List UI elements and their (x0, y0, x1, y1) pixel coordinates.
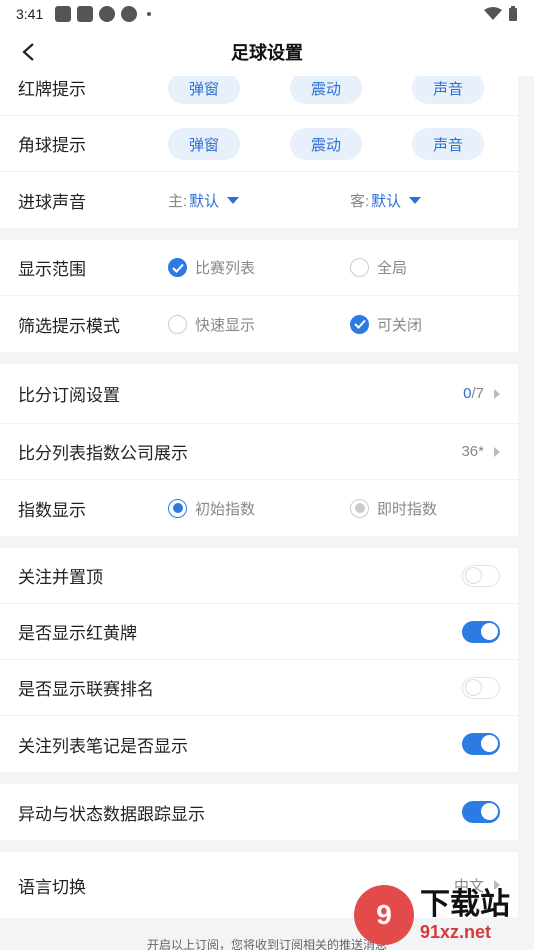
show-notes-label: 关注列表笔记是否显示 (18, 736, 188, 756)
filter-closable-label: 可关闭 (377, 316, 423, 334)
follow-pin-label: 关注并置顶 (18, 568, 103, 587)
corner-popup-button[interactable]: 弹窗 (168, 128, 240, 160)
notification-icon (55, 6, 72, 22)
checked-icon (168, 258, 187, 277)
nav-bar: 足球设置 (0, 28, 534, 76)
subscribe-total: /7 (471, 385, 484, 402)
score-subscribe-row[interactable]: 比分订阅设置 0 /7 (0, 364, 518, 424)
chevron-left-icon (22, 43, 34, 61)
follow-pin-row: 关注并置顶 (0, 548, 518, 604)
tracking-label: 异动与状态数据跟踪显示 (18, 804, 205, 824)
red-card-popup-button[interactable]: 弹窗 (168, 72, 240, 104)
unchecked-icon (350, 258, 369, 277)
show-ranking-row: 是否显示联赛排名 (0, 660, 518, 716)
filter-mode-label: 筛选提示模式 (18, 316, 120, 336)
home-sound-select[interactable]: 主: 默认 (168, 190, 240, 211)
index-display-label: 指数显示 (18, 500, 86, 520)
filter-closable-option[interactable]: 可关闭 (350, 314, 422, 335)
battery-icon (509, 6, 517, 21)
watermark-name: 下载站 (420, 887, 510, 921)
more-notifications-icon (147, 12, 152, 16)
show-cards-label: 是否显示红黄牌 (18, 624, 137, 643)
display-range-row: 显示范围 比赛列表 全局 (0, 240, 518, 296)
show-notes-toggle[interactable] (462, 733, 500, 755)
sync-icon-2 (121, 6, 138, 22)
unchecked-icon (168, 314, 187, 334)
away-prefix: 客: (350, 192, 370, 210)
subscribe-count: 0 (463, 385, 472, 402)
checked-icon (350, 314, 369, 334)
show-ranking-label: 是否显示联赛排名 (18, 680, 154, 699)
corner-row: 角球提示 弹窗 震动 声音 (0, 116, 518, 172)
red-card-vibrate-button[interactable]: 震动 (290, 72, 362, 104)
show-notes-row: 关注列表笔记是否显示 (0, 716, 518, 772)
live-index-option[interactable]: 即时指数 (350, 498, 437, 519)
initial-index-option[interactable]: 初始指数 (168, 498, 255, 519)
display-section: 显示范围 比赛列表 全局 筛选提示模式 快速显示 可关闭 (0, 240, 518, 352)
status-time: 3:41 (16, 6, 44, 22)
live-index-label: 即时指数 (377, 500, 438, 518)
chevron-right-icon (494, 446, 500, 457)
language-label: 语言切换 (18, 877, 86, 897)
wifi-icon (484, 7, 502, 20)
page-title: 足球设置 (231, 43, 303, 63)
index-company-row[interactable]: 比分列表指数公司展示 36* (0, 424, 518, 480)
index-company-value: 36* (461, 443, 500, 460)
watermark-logo-icon: 9 (354, 885, 414, 945)
radio-disabled-icon (350, 498, 369, 518)
show-cards-toggle[interactable] (462, 620, 500, 643)
initial-index-label: 初始指数 (195, 500, 256, 518)
caret-down-icon (409, 196, 422, 204)
show-ranking-toggle[interactable] (462, 676, 500, 699)
score-section: 比分订阅设置 0 /7 比分列表指数公司展示 36* 指数显示 初始指数 即时指… (0, 364, 518, 536)
range-global-option[interactable]: 全局 (350, 257, 407, 278)
home-prefix: 主: (168, 192, 188, 210)
away-sound-value: 默认 (371, 192, 402, 210)
follow-pin-toggle[interactable] (462, 564, 500, 587)
filter-quick-label: 快速显示 (195, 316, 256, 334)
back-button[interactable] (14, 38, 42, 66)
filter-mode-row: 筛选提示模式 快速显示 可关闭 (0, 296, 518, 352)
display-range-label: 显示范围 (18, 260, 86, 279)
alerts-section: 红牌提示 弹窗 震动 声音 角球提示 弹窗 震动 声音 进球声音 主: 默认 客… (0, 60, 518, 228)
away-sound-select[interactable]: 客: 默认 (350, 190, 422, 211)
tracking-row: 异动与状态数据跟踪显示 (0, 784, 518, 840)
goal-sound-label: 进球声音 (18, 192, 86, 212)
range-match-list-label: 比赛列表 (195, 260, 256, 277)
corner-label: 角球提示 (18, 136, 86, 155)
tracking-section: 异动与状态数据跟踪显示 (0, 784, 518, 840)
index-company-label: 比分列表指数公司展示 (18, 444, 188, 463)
score-subscribe-label: 比分订阅设置 (18, 386, 120, 405)
sync-icon (99, 6, 116, 22)
corner-sound-button[interactable]: 声音 (412, 128, 484, 160)
index-display-row: 指数显示 初始指数 即时指数 (0, 480, 518, 536)
toggles-section: 关注并置顶 是否显示红黄牌 是否显示联赛排名 关注列表笔记是否显示 (0, 548, 518, 772)
red-card-label: 红牌提示 (18, 80, 86, 99)
corner-vibrate-button[interactable]: 震动 (290, 128, 362, 160)
range-global-label: 全局 (377, 260, 408, 277)
goal-sound-row: 进球声音 主: 默认 客: 默认 (0, 172, 518, 228)
range-match-list-option[interactable]: 比赛列表 (168, 257, 255, 278)
filter-quick-option[interactable]: 快速显示 (168, 314, 255, 335)
watermark-domain: 91xz.net (420, 921, 492, 942)
show-cards-row: 是否显示红黄牌 (0, 604, 518, 660)
home-sound-value: 默认 (189, 192, 220, 210)
score-subscribe-value: 0 /7 (463, 385, 500, 402)
red-card-sound-button[interactable]: 声音 (412, 72, 484, 104)
radio-selected-icon (168, 498, 187, 518)
chevron-right-icon (494, 388, 500, 399)
caret-down-icon (227, 196, 240, 204)
settings-scroll[interactable]: 红牌提示 弹窗 震动 声音 角球提示 弹窗 震动 声音 进球声音 主: 默认 客… (0, 60, 534, 950)
index-company-text: 36* (461, 443, 484, 460)
status-bar: 3:41 (0, 0, 534, 28)
tracking-toggle[interactable] (462, 801, 500, 823)
app-icon (77, 6, 94, 22)
watermark: 9 下载站 91xz.net (354, 880, 534, 950)
